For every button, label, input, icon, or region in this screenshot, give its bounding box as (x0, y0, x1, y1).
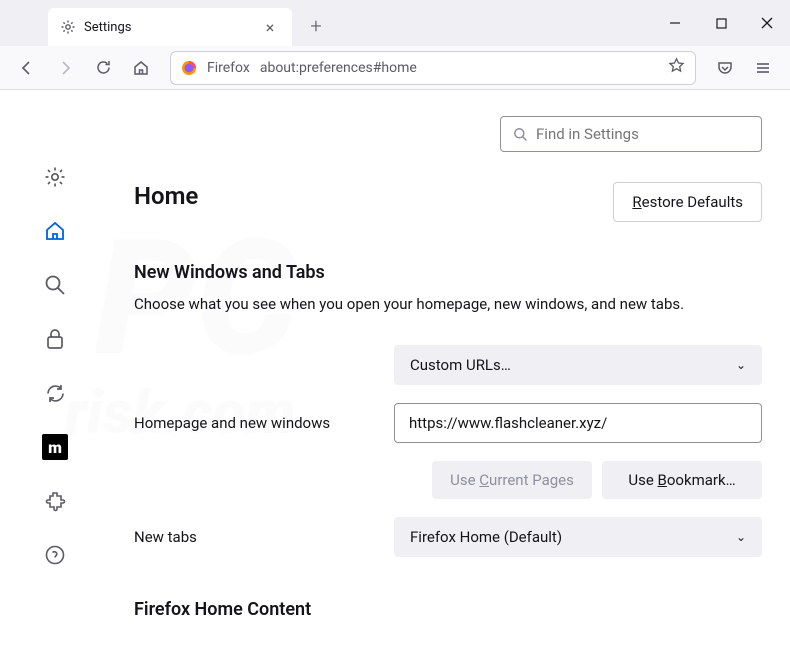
toolbar: Firefox about:preferences#home (0, 46, 790, 90)
main-panel: Home Restore Defaults New Windows and Ta… (110, 90, 790, 646)
forward-button[interactable] (48, 51, 82, 85)
newtabs-select[interactable]: Firefox Home (Default) ⌄ (394, 517, 762, 557)
sidebar-extensions-icon[interactable] (42, 488, 68, 514)
sidebar-general-icon[interactable] (42, 164, 68, 190)
use-bookmark-button[interactable]: Use Bookmark… (602, 461, 762, 499)
homepage-select[interactable]: Custom URLs… ⌄ (394, 345, 762, 385)
firefox-home-content-heading: Firefox Home Content (134, 599, 762, 620)
select-value: Custom URLs… (410, 356, 511, 374)
newtabs-label: New tabs (134, 528, 394, 546)
sidebar-sync-icon[interactable] (42, 380, 68, 406)
chevron-down-icon: ⌄ (736, 358, 746, 372)
chevron-down-icon: ⌄ (736, 530, 746, 544)
restore-defaults-button[interactable]: Restore Defaults (613, 182, 762, 222)
sidebar-search-icon[interactable] (42, 272, 68, 298)
firefox-icon (181, 60, 197, 76)
home-button[interactable] (124, 51, 158, 85)
page-title: Home (134, 182, 198, 210)
back-button[interactable] (10, 51, 44, 85)
maximize-button[interactable] (698, 0, 744, 46)
settings-search[interactable] (500, 116, 762, 152)
reload-button[interactable] (86, 51, 120, 85)
search-input[interactable] (536, 125, 749, 143)
menu-button[interactable] (746, 51, 780, 85)
url-identity: Firefox (207, 60, 250, 76)
section-description: Choose what you see when you open your h… (134, 295, 762, 313)
use-current-pages-button[interactable]: Use Current Pages (432, 461, 592, 499)
sidebar-home-icon[interactable] (42, 218, 68, 244)
url-text: about:preferences#home (260, 60, 658, 76)
tab-strip: Settings × + (0, 0, 790, 46)
close-window-button[interactable] (744, 0, 790, 46)
search-icon (513, 127, 528, 142)
homepage-url-input[interactable] (394, 403, 762, 443)
sidebar-mozilla-icon[interactable]: m (42, 434, 68, 460)
section-heading: New Windows and Tabs (134, 262, 762, 283)
homepage-row-label: Homepage and new windows (134, 414, 394, 432)
window-controls (652, 0, 790, 46)
tab-settings[interactable]: Settings × (48, 8, 292, 46)
url-bar[interactable]: Firefox about:preferences#home (170, 51, 696, 85)
new-tab-button[interactable]: + (300, 10, 332, 42)
sidebar-help-icon[interactable] (42, 542, 68, 568)
minimize-button[interactable] (652, 0, 698, 46)
close-icon[interactable]: × (260, 17, 280, 37)
bookmark-star-icon[interactable] (668, 57, 685, 78)
select-value: Firefox Home (Default) (410, 528, 562, 546)
gear-icon (60, 19, 76, 35)
sidebar-privacy-icon[interactable] (42, 326, 68, 352)
tab-title: Settings (84, 20, 260, 35)
pocket-button[interactable] (708, 51, 742, 85)
sidebar: m (0, 90, 110, 646)
